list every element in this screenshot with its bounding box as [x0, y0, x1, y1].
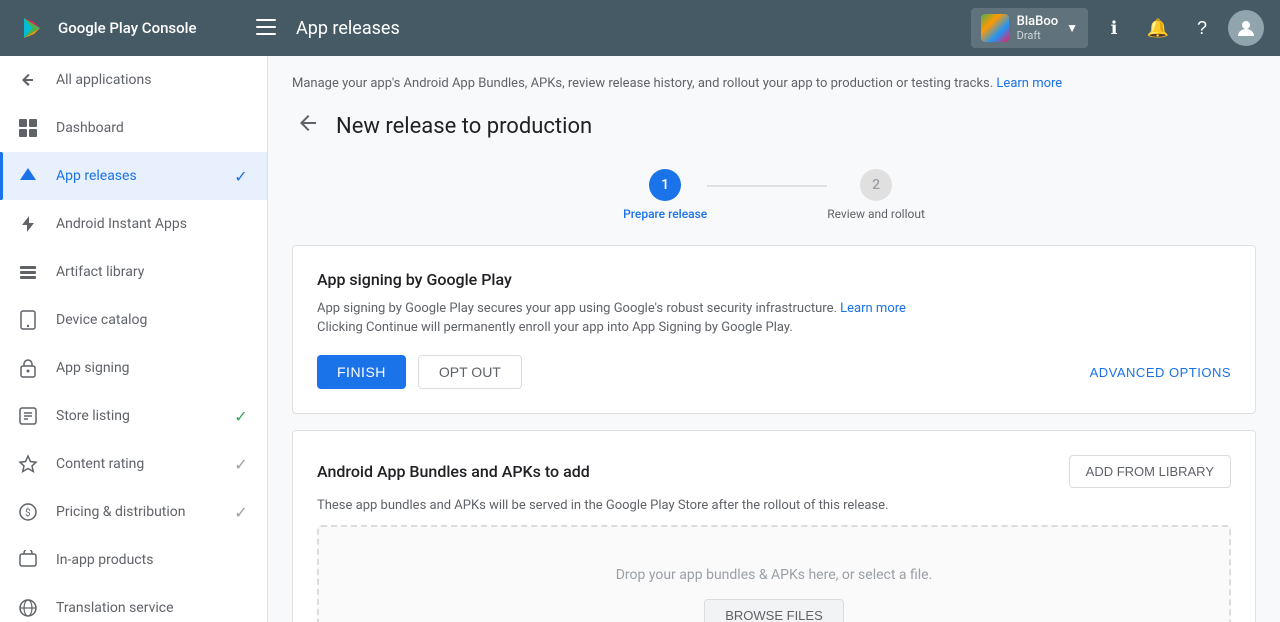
dashboard-icon: [16, 116, 40, 140]
signing-card-desc1: App signing by Google Play secures your …: [317, 301, 1231, 316]
browse-files-button[interactable]: BROWSE FILES: [704, 599, 844, 622]
app-name: BlaBoo: [1017, 14, 1059, 29]
check-badge-green: ✓: [231, 406, 251, 426]
app-selector[interactable]: BlaBoo Draft ▼: [971, 8, 1088, 48]
store-listing-icon: [16, 404, 40, 428]
back-button[interactable]: [292, 107, 324, 145]
svg-text:$: $: [25, 506, 31, 519]
check-badge-gray: ✓: [231, 454, 251, 474]
signing-card-actions: FINISH OPT OUT ADVANCED OPTIONS: [317, 355, 1231, 389]
top-header: Google Play Console App releases BlaBoo …: [0, 0, 1280, 56]
translation-icon: [16, 596, 40, 620]
artifact-icon: [16, 260, 40, 284]
sidebar-item-device-catalog[interactable]: Device catalog: [0, 296, 267, 344]
instant-apps-icon: [16, 212, 40, 236]
sidebar-item-label: Translation service: [56, 600, 251, 616]
sidebar-item-in-app-products[interactable]: In-app products: [0, 536, 267, 584]
info-button[interactable]: ℹ: [1096, 10, 1132, 46]
sidebar-item-label: Device catalog: [56, 312, 251, 328]
apk-section-header: Android App Bundles and APKs to add ADD …: [317, 455, 1231, 488]
sidebar-item-store-listing[interactable]: Store listing ✓: [0, 392, 267, 440]
pricing-icon: $: [16, 500, 40, 524]
back-arrow-icon: [16, 68, 40, 92]
apk-section-title: Android App Bundles and APKs to add: [317, 462, 590, 481]
content-rating-icon: [16, 452, 40, 476]
sidebar-item-label: In-app products: [56, 552, 251, 568]
app-info: BlaBoo Draft: [1017, 14, 1059, 42]
sidebar-item-label: Artifact library: [56, 264, 251, 280]
apk-section-card: Android App Bundles and APKs to add ADD …: [292, 430, 1256, 622]
step-1-circle: 1: [649, 169, 681, 201]
check-badge-blue: ✓: [231, 166, 251, 186]
drop-zone-text: Drop your app bundles & APKs here, or se…: [616, 567, 933, 583]
page-description: Manage your app's Android App Bundles, A…: [292, 76, 1256, 91]
page-title: New release to production: [336, 114, 592, 139]
header-title: App releases: [296, 18, 400, 39]
learn-more-link[interactable]: Learn more: [996, 76, 1062, 91]
sidebar-item-label: App signing: [56, 360, 251, 376]
header-center: App releases: [248, 11, 959, 46]
advanced-options-button[interactable]: ADVANCED OPTIONS: [1090, 365, 1231, 380]
sidebar-item-content-rating[interactable]: Content rating ✓: [0, 440, 267, 488]
opt-out-button[interactable]: OPT OUT: [418, 355, 522, 389]
sidebar-item-android-instant[interactable]: Android Instant Apps: [0, 200, 267, 248]
signing-actions-left: FINISH OPT OUT: [317, 355, 522, 389]
logo-text: Google Play Console: [58, 19, 197, 37]
sidebar-item-dashboard[interactable]: Dashboard: [0, 104, 267, 152]
app-signing-card: App signing by Google Play App signing b…: [292, 245, 1256, 414]
signing-learn-more[interactable]: Learn more: [840, 301, 906, 316]
sidebar: All applications Dashboard App releases …: [0, 56, 268, 622]
dropdown-icon: ▼: [1066, 21, 1078, 35]
drop-zone[interactable]: Drop your app bundles & APKs here, or se…: [317, 525, 1231, 622]
avatar-button[interactable]: [1228, 10, 1264, 46]
logo-area: Google Play Console: [16, 12, 236, 44]
sidebar-item-artifact-library[interactable]: Artifact library: [0, 248, 267, 296]
sidebar-item-app-releases[interactable]: App releases ✓: [0, 152, 267, 200]
sidebar-item-label: Dashboard: [56, 120, 251, 136]
page-back-header: New release to production: [292, 107, 1256, 145]
notification-button[interactable]: 🔔: [1140, 10, 1176, 46]
step-2: 2 Review and rollout: [827, 169, 925, 221]
main-layout: All applications Dashboard App releases …: [0, 56, 1280, 622]
sidebar-item-pricing[interactable]: $ Pricing & distribution ✓: [0, 488, 267, 536]
apk-section-desc: These app bundles and APKs will be serve…: [317, 498, 1231, 513]
device-icon: [16, 308, 40, 332]
sidebar-item-label: Pricing & distribution: [56, 504, 215, 520]
signing-card-title: App signing by Google Play: [317, 270, 1231, 289]
content-inner: Manage your app's Android App Bundles, A…: [268, 56, 1280, 622]
sidebar-item-label: Store listing: [56, 408, 215, 424]
content-area: Manage your app's Android App Bundles, A…: [268, 56, 1280, 622]
signing-icon: [16, 356, 40, 380]
sidebar-item-app-signing[interactable]: App signing: [0, 344, 267, 392]
sidebar-item-label: Content rating: [56, 456, 215, 472]
sidebar-item-all-apps[interactable]: All applications: [0, 56, 267, 104]
app-status: Draft: [1017, 29, 1059, 42]
step-2-circle: 2: [860, 169, 892, 201]
google-play-logo: [16, 12, 48, 44]
app-icon: [981, 14, 1009, 42]
hamburger-button[interactable]: [248, 11, 284, 46]
header-right: BlaBoo Draft ▼ ℹ 🔔 ?: [971, 8, 1264, 48]
sidebar-item-label: All applications: [56, 72, 251, 88]
stepper: 1 Prepare release 2 Review and rollout: [292, 169, 1256, 221]
releases-icon: [16, 164, 40, 188]
step-2-label: Review and rollout: [827, 207, 925, 221]
finish-button[interactable]: FINISH: [317, 355, 406, 389]
step-1: 1 Prepare release: [623, 169, 707, 221]
add-from-library-button[interactable]: ADD FROM LIBRARY: [1069, 455, 1231, 488]
sidebar-item-label: Android Instant Apps: [56, 216, 251, 232]
help-button[interactable]: ?: [1184, 10, 1220, 46]
step-1-label: Prepare release: [623, 207, 707, 221]
in-app-icon: [16, 548, 40, 572]
check-badge-gray2: ✓: [231, 502, 251, 522]
signing-card-desc2: Clicking Continue will permanently enrol…: [317, 320, 1231, 335]
step-connector: [707, 185, 827, 187]
sidebar-item-label: App releases: [56, 168, 215, 184]
sidebar-item-translation[interactable]: Translation service: [0, 584, 267, 622]
